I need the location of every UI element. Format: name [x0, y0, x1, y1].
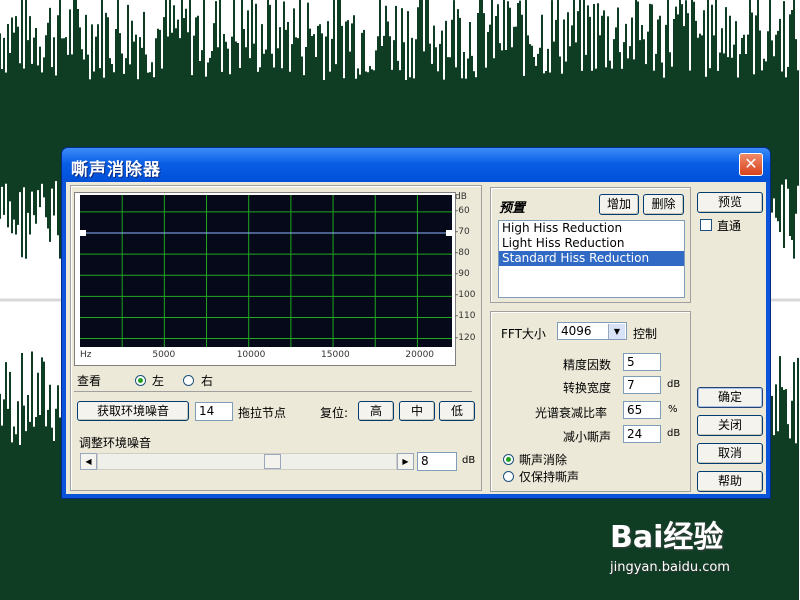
db-tick-label: -90 — [455, 269, 470, 280]
help-button[interactable]: 帮助 — [697, 471, 763, 492]
spectral-decay-unit: % — [668, 404, 678, 415]
fft-size-value: 4096 — [561, 324, 592, 338]
preset-add-button[interactable]: 增加 — [599, 194, 639, 215]
chevron-down-icon[interactable]: ▼ — [608, 324, 625, 339]
view-left-label[interactable]: 左 — [152, 372, 164, 389]
dialog-client: dB -60 -70 -80 -90 -100 -110 -120 Hz 5000 10000 1… — [66, 182, 766, 494]
db-tick-label: -120 — [455, 332, 476, 343]
preset-list[interactable]: High Hiss Reduction Light Hiss Reduction… — [498, 220, 685, 298]
watermark-url: jingyan.baidu.com — [610, 560, 730, 575]
title-bar[interactable]: 嘶声消除器 ✕ — [62, 148, 770, 182]
view-left-radio[interactable] — [135, 375, 146, 386]
db-unit-label: dB — [455, 192, 467, 202]
view-label: 查看 — [77, 374, 102, 388]
cancel-button[interactable]: 取消 — [697, 443, 763, 464]
preset-item[interactable]: Light Hiss Reduction — [499, 236, 684, 251]
reset-label: 复位: — [320, 406, 349, 420]
mode-remove-radio[interactable] — [503, 454, 514, 465]
fft-size-label: FFT大小 — [501, 327, 546, 341]
adjust-noise-field[interactable]: 8 — [417, 452, 457, 471]
transition-width-unit: dB — [667, 379, 681, 390]
scroll-right-button[interactable]: ▶ — [397, 453, 414, 470]
dialog-title: 嘶声消除器 — [71, 160, 161, 180]
ok-button[interactable]: 确定 — [697, 387, 763, 408]
hz-tick-label: 20000 — [405, 350, 435, 360]
db-tick-label: -70 — [455, 227, 470, 237]
get-noise-profile-button[interactable]: 获取环境噪音 — [77, 401, 189, 421]
db-tick-label: -60 — [455, 205, 470, 216]
spectral-decay-field[interactable]: 65 — [623, 401, 661, 419]
close-button[interactable]: 关闭 — [697, 415, 763, 436]
mode-remove-label[interactable]: 嘶声消除 — [519, 451, 567, 468]
transition-width-label: 转换宽度 — [563, 381, 612, 395]
bypass-label[interactable]: 直通 — [717, 217, 741, 234]
nodes-count-field[interactable]: 14 — [195, 402, 233, 421]
noise-graph[interactable]: dB -60 -70 -80 -90 -100 -110 -120 Hz 5000 10000 1… — [74, 192, 475, 366]
view-right-radio[interactable] — [183, 375, 194, 386]
curve-node-start[interactable] — [80, 230, 86, 236]
reduce-hiss-unit: dB — [667, 428, 681, 439]
preset-item[interactable]: High Hiss Reduction — [499, 221, 684, 236]
nodes-label: 拖拉节点 — [238, 406, 287, 420]
reduce-hiss-label: 减小嘶声 — [563, 430, 612, 444]
transition-width-field[interactable]: 7 — [623, 376, 661, 394]
slider-thumb[interactable] — [264, 454, 281, 469]
reset-low-button[interactable]: 低 — [439, 401, 475, 421]
db-tick-label: -110 — [455, 311, 476, 322]
noise-plot-svg — [80, 195, 452, 347]
reduce-hiss-field[interactable]: 24 — [623, 425, 661, 443]
mode-keep-label[interactable]: 仅保持嘶声 — [519, 468, 579, 485]
watermark-logo: Bai经验 — [610, 520, 724, 555]
hz-tick-label: 5000 — [152, 350, 176, 360]
hz-tick-label: Hz — [80, 350, 92, 360]
preview-button[interactable]: 预览 — [697, 192, 763, 213]
adjust-noise-unit: dB — [462, 455, 476, 466]
preset-item-selected[interactable]: Standard Hiss Reduction — [499, 251, 684, 266]
curve-node-end[interactable] — [446, 230, 452, 236]
precision-label: 精度因数 — [563, 358, 612, 372]
view-right-label[interactable]: 右 — [201, 372, 213, 389]
preset-delete-button[interactable]: 删除 — [643, 194, 684, 215]
hz-tick-label: 15000 — [321, 350, 350, 360]
reset-mid-button[interactable]: 中 — [399, 401, 435, 421]
adjust-noise-slider[interactable] — [97, 453, 397, 470]
control-label: 控制 — [633, 327, 658, 341]
spectral-decay-label: 光谱衰减比率 — [535, 406, 608, 420]
mode-keep-radio[interactable] — [503, 471, 514, 482]
db-tick-label: -80 — [455, 248, 470, 259]
preset-title: 预置 — [499, 201, 526, 216]
bypass-checkbox[interactable] — [700, 219, 712, 231]
hz-tick-label: 10000 — [236, 350, 266, 360]
adjust-noise-label: 调整环境噪音 — [79, 436, 152, 450]
close-icon[interactable]: ✕ — [739, 153, 763, 176]
db-tick-label: -100 — [455, 290, 476, 301]
reset-high-button[interactable]: 高 — [358, 401, 394, 421]
fft-size-select[interactable]: 4096 ▼ — [557, 322, 627, 340]
baidu-watermark: Bai经验 jingyan.baidu.com — [610, 512, 730, 575]
divider — [74, 391, 472, 392]
precision-field[interactable]: 5 — [623, 353, 661, 371]
scroll-left-button[interactable]: ◀ — [80, 453, 97, 470]
hiss-reduction-dialog: 嘶声消除器 ✕ dB -60 -70 -80 -90 -100 -110 -120 Hz 50… — [61, 147, 771, 499]
noise-plot[interactable] — [80, 195, 452, 347]
